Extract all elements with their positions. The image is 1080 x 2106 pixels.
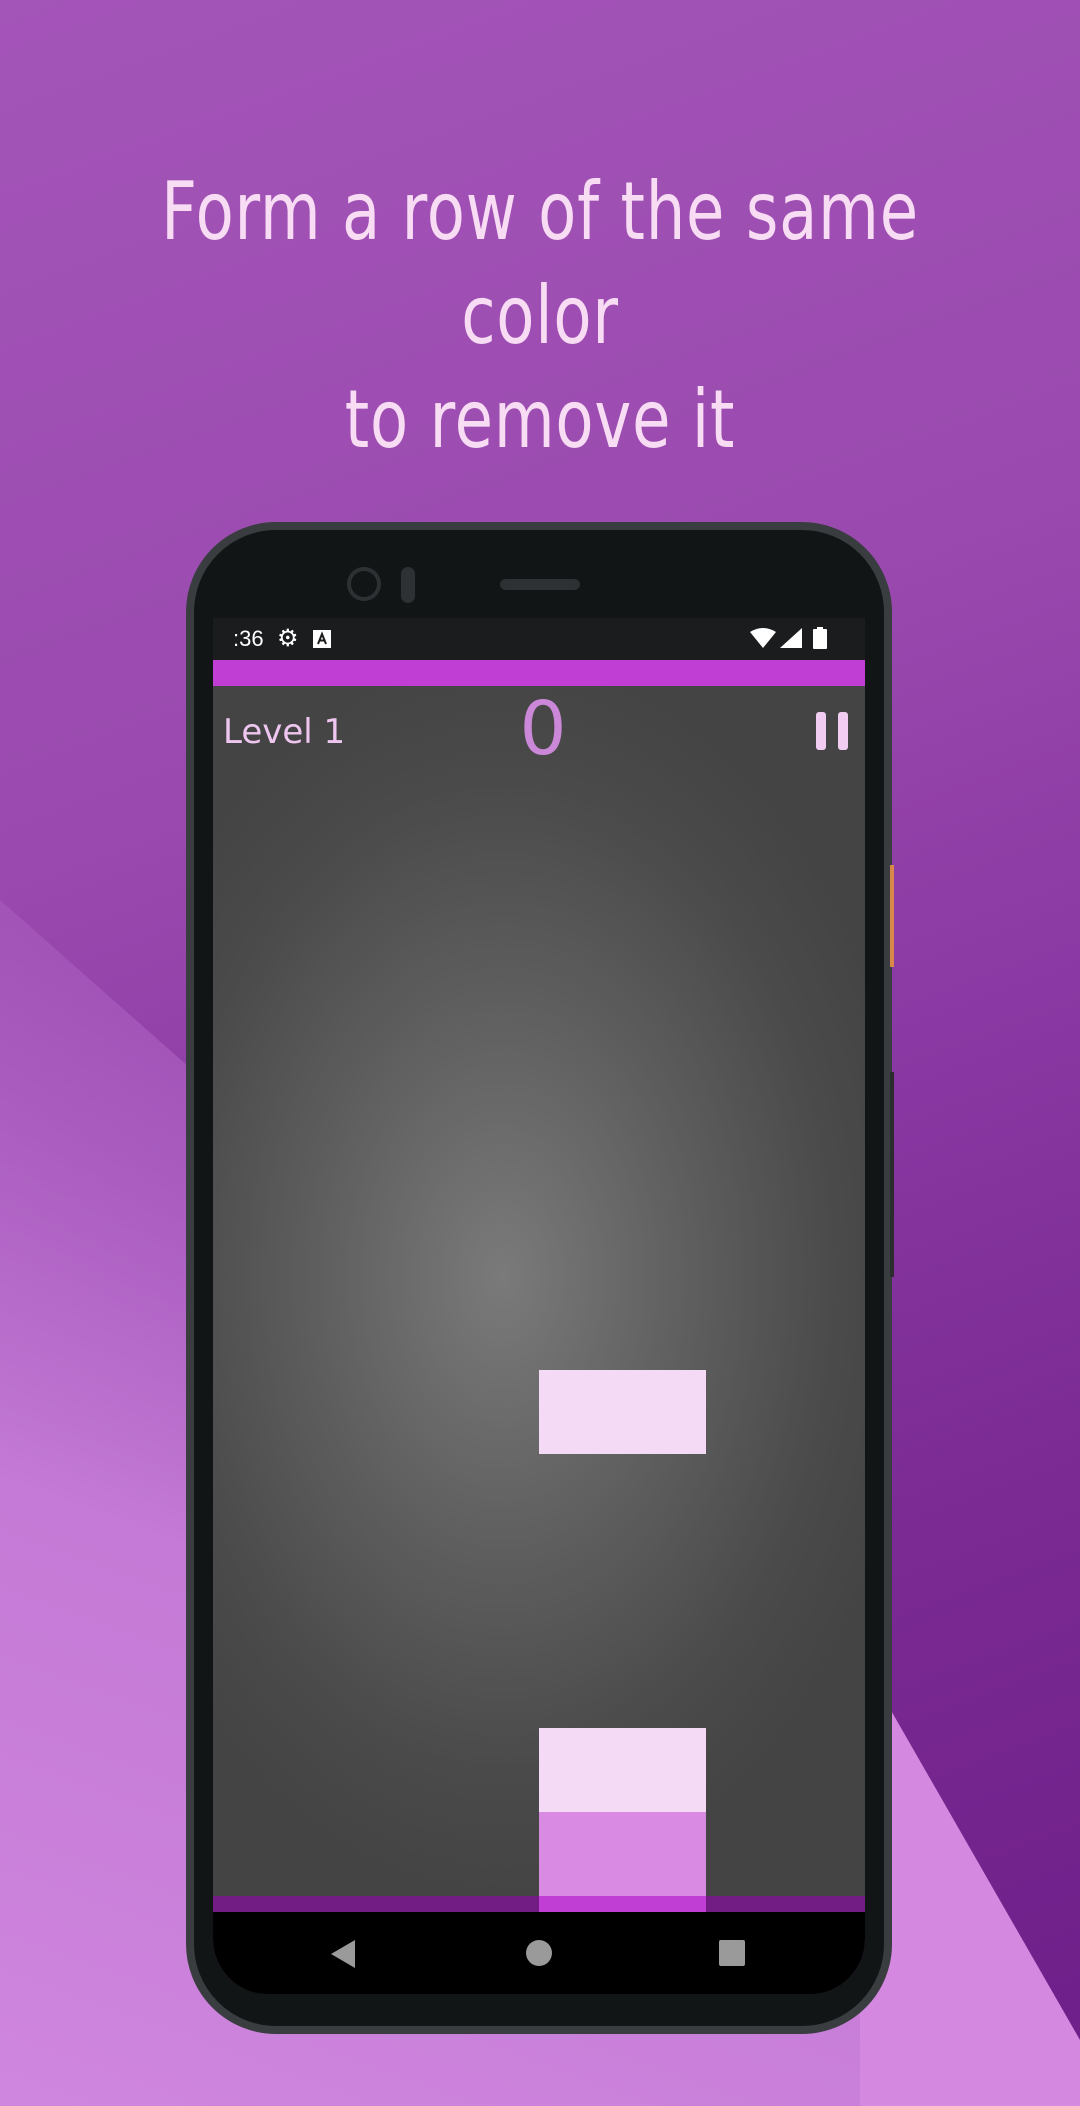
stack-block <box>539 1812 706 1896</box>
phone-volume-button <box>890 1072 894 1277</box>
accent-bar <box>213 660 865 686</box>
wifi-icon <box>750 628 776 653</box>
status-bar: :36 ⚙ <box>213 618 865 660</box>
score-display: 0 <box>519 686 567 772</box>
signal-icon <box>780 628 802 653</box>
pause-button[interactable] <box>816 712 850 750</box>
phone-power-button <box>890 865 894 967</box>
back-icon[interactable] <box>331 1940 355 1968</box>
proximity-sensor <box>401 567 415 603</box>
falling-block <box>539 1370 706 1454</box>
headline-line-1: Form a row of the same color <box>161 165 919 362</box>
level-label: Level 1 <box>223 712 346 752</box>
navigation-bar <box>213 1912 865 1994</box>
headline-line-2: to remove it <box>344 373 736 466</box>
a-icon <box>313 629 331 653</box>
recents-icon[interactable] <box>719 1940 745 1966</box>
status-time: :36 <box>233 626 264 651</box>
battery-icon <box>813 627 827 654</box>
game-board[interactable]: Level 1 0 <box>213 686 865 1980</box>
stack-block <box>539 1728 706 1812</box>
phone-screen: :36 ⚙ Level 1 0 <box>213 618 865 1994</box>
front-camera <box>347 567 381 601</box>
earpiece-speaker <box>500 579 580 590</box>
promo-headline: Form a row of the same color to remove i… <box>119 160 961 472</box>
gear-icon: ⚙ <box>277 625 299 652</box>
home-icon[interactable] <box>526 1940 552 1966</box>
